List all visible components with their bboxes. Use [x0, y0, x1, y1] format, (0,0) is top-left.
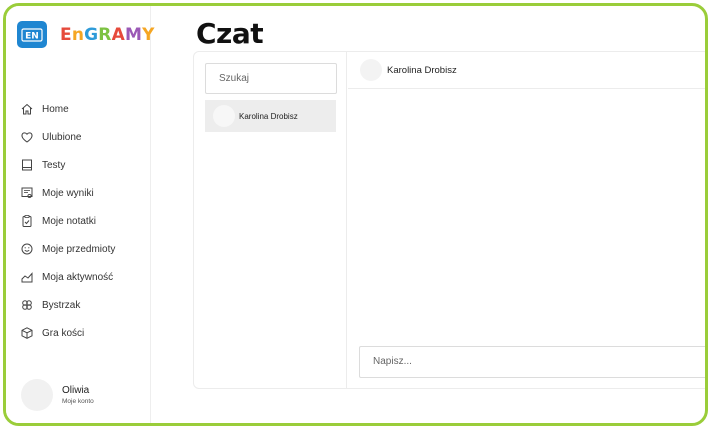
sidebar-item-home[interactable]: Home: [20, 95, 115, 123]
heart-icon: [20, 130, 34, 144]
contacts-panel: Szukaj Karolina Drobisz: [194, 52, 347, 388]
logo-text: EnGRAMY: [60, 24, 155, 45]
logo-mark-icon: EN: [21, 27, 43, 42]
sidebar-nav: Home Ulubione Testy Moje wyniki Moje not…: [20, 95, 115, 347]
logo[interactable]: EN EnGRAMY: [17, 21, 155, 48]
home-icon: [20, 102, 34, 116]
sidebar-item-label: Testy: [42, 159, 66, 171]
conversation-title: Karolina Drobisz: [387, 64, 457, 76]
sidebar-item-testy[interactable]: Testy: [20, 151, 115, 179]
sidebar-item-moja-aktywnosc[interactable]: Moja aktywność: [20, 263, 115, 291]
logo-mark: EN: [17, 21, 47, 48]
avatar: [213, 105, 235, 127]
user-name: Oliwia: [62, 385, 90, 396]
sidebar: EN EnGRAMY Home Ulubione Testy Moje wyni…: [6, 6, 154, 423]
user-account-link[interactable]: Moje konto: [62, 398, 94, 405]
clipboard-check-icon: [20, 214, 34, 228]
contact-name: Karolina Drobisz: [239, 111, 298, 121]
sidebar-item-label: Moje notatki: [42, 215, 96, 227]
contact-item[interactable]: Karolina Drobisz: [205, 100, 336, 132]
avatar: [21, 379, 53, 411]
message-input[interactable]: Napisz...: [359, 346, 705, 378]
svg-text:EN: EN: [25, 31, 39, 41]
sidebar-item-bystrzak[interactable]: Bystrzak: [20, 291, 115, 319]
clover-icon: [20, 298, 34, 312]
app-frame: EN EnGRAMY Home Ulubione Testy Moje wyni…: [3, 3, 708, 426]
smile-icon: [20, 242, 34, 256]
conversation-panel: Karolina Drobisz Napisz...: [348, 52, 705, 388]
sidebar-item-moje-notatki[interactable]: Moje notatki: [20, 207, 115, 235]
avatar: [360, 59, 382, 81]
book-icon: [20, 158, 34, 172]
page-title: Czat: [196, 17, 264, 50]
certificate-icon: [20, 186, 34, 200]
sidebar-item-label: Moje wyniki: [42, 187, 94, 199]
sidebar-item-label: Home: [42, 103, 69, 115]
sidebar-item-label: Moja aktywność: [42, 271, 114, 283]
sidebar-item-label: Moje przedmioty: [42, 243, 116, 255]
cube-icon: [20, 326, 34, 340]
user-account[interactable]: Oliwia Moje konto: [21, 379, 94, 411]
conversation-header: Karolina Drobisz: [348, 52, 705, 89]
sidebar-item-moje-wyniki[interactable]: Moje wyniki: [20, 179, 115, 207]
sidebar-item-label: Gra kości: [42, 327, 85, 339]
sidebar-item-label: Bystrzak: [42, 299, 81, 311]
sidebar-item-label: Ulubione: [42, 131, 82, 143]
chat-panel: Szukaj Karolina Drobisz Karolina Drobisz…: [193, 51, 705, 389]
sidebar-item-ulubione[interactable]: Ulubione: [20, 123, 115, 151]
chart-area-icon: [20, 270, 34, 284]
search-input[interactable]: Szukaj: [205, 63, 337, 94]
sidebar-item-moje-przedmioty[interactable]: Moje przedmioty: [20, 235, 115, 263]
sidebar-item-gra-kosci[interactable]: Gra kości: [20, 319, 115, 347]
